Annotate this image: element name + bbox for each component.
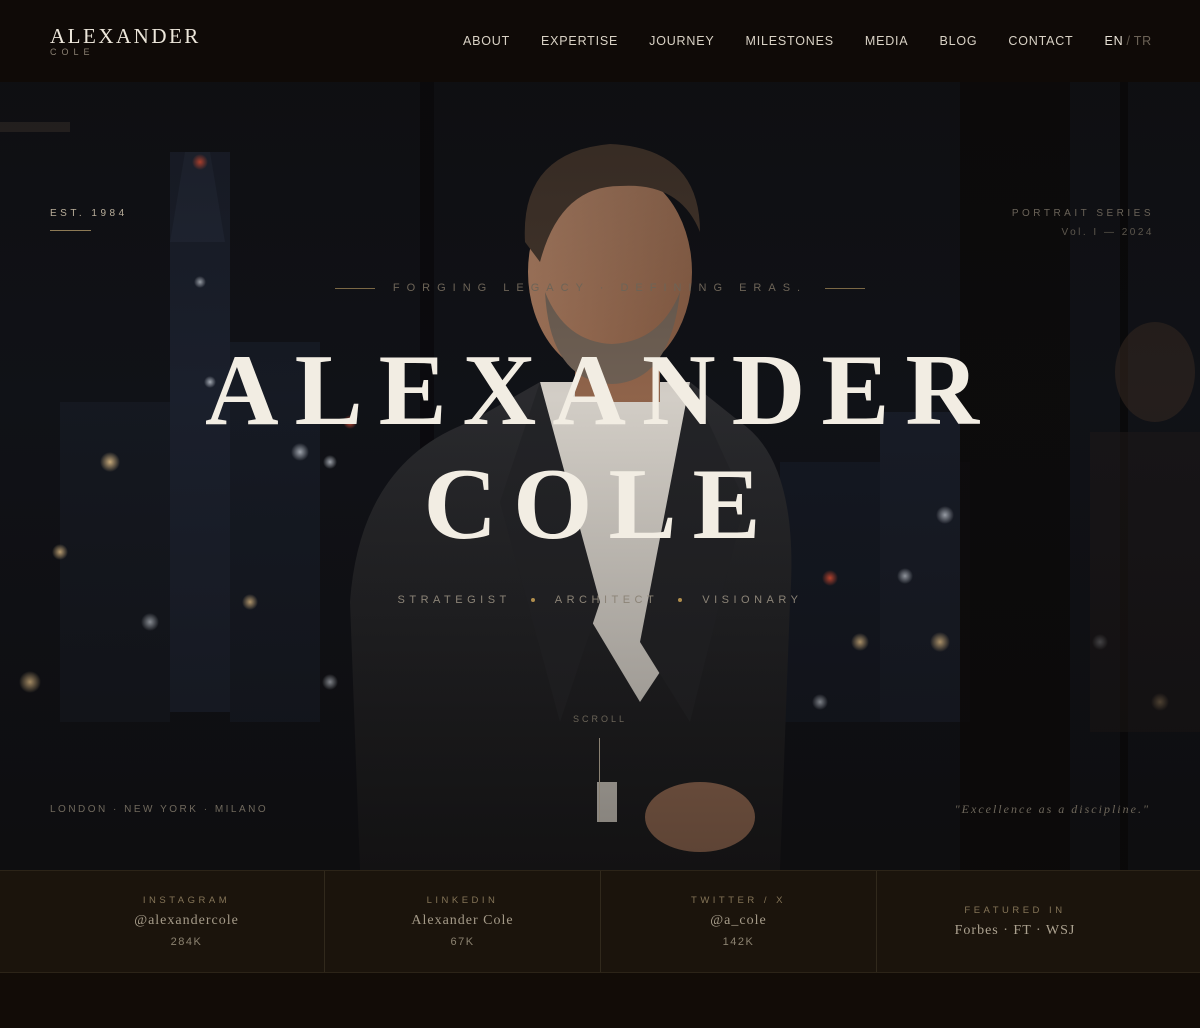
role-dot-icon [530,598,535,602]
role-dot-icon [678,598,683,602]
social-strip: INSTAGRAM @alexandercole 284K LINKEDIN A… [0,870,1200,973]
social-handle: @alexandercole [134,913,239,928]
footer-band [0,973,1200,1028]
social-count: 142K [722,936,755,948]
social-platform: LINKEDIN [426,895,499,906]
social-handle: Alexander Cole [411,913,514,928]
hero-section: EST. 1984 PORTRAIT SERIES Vol. I — 2024 … [0,82,1200,870]
featured-label: FEATURED IN [964,905,1066,916]
language-switcher: EN / TR [1104,34,1152,48]
series-volume: Vol. I — 2024 [1061,227,1154,238]
hero-last-name: COLE [423,448,777,561]
tagline-rule-left [334,287,375,289]
featured-outlets: Forbes · FT · WSJ [954,923,1076,938]
tagline-row: FORGING LEGACY · DEFINING ERAS. [0,282,1200,294]
established-rule [50,230,91,231]
nav-expertise[interactable]: EXPERTISE [541,34,618,48]
social-count: 284K [170,936,203,948]
role-architect: ARCHITECT [554,594,659,606]
series-title: PORTRAIT SERIES [1011,208,1154,219]
lang-separator: / [1126,34,1131,48]
nav-blog[interactable]: BLOG [939,34,977,48]
lang-en[interactable]: EN [1104,34,1123,48]
social-platform: TWITTER / X [691,895,786,906]
featured-in[interactable]: FEATURED IN Forbes · FT · WSJ [877,871,1153,972]
nav-contact[interactable]: CONTACT [1008,34,1073,48]
nav-about[interactable]: ABOUT [463,34,510,48]
social-linkedin[interactable]: LINKEDIN Alexander Cole 67K [325,871,601,972]
hero-first-name: ALEXANDER [204,334,996,447]
tagline: FORGING LEGACY · DEFINING ERAS. [392,282,808,294]
portrait-series: PORTRAIT SERIES Vol. I — 2024 [1012,208,1154,238]
social-handle: @a_cole [710,913,767,928]
role-strategist: STRATEGIST [397,594,511,606]
established-label: EST. 1984 [50,208,128,219]
social-platform: INSTAGRAM [142,895,231,906]
nav-media[interactable]: MEDIA [865,34,909,48]
brand-logo[interactable]: ALEXANDER COLE [50,24,201,57]
social-count: 67K [450,936,475,948]
roles-row: STRATEGIST ARCHITECT VISIONARY [0,594,1200,606]
cities-list: LONDON · NEW YORK · MILANO [50,804,269,815]
nav-journey[interactable]: JOURNEY [649,34,714,48]
hero-headline: ALEXANDER COLE [0,332,1200,560]
brand-subname: COLE [50,47,95,57]
hero-quote: "Excellence as a discipline." [954,802,1150,816]
nav-milestones[interactable]: MILESTONES [746,34,834,48]
main-menu: ABOUT EXPERTISE JOURNEY MILESTONES MEDIA… [432,34,1152,48]
tagline-rule-right [825,287,866,289]
scroll-line [599,738,600,822]
lang-tr[interactable]: TR [1134,34,1152,48]
brand-name: ALEXANDER [50,24,201,48]
role-visionary: VISIONARY [702,594,803,606]
social-twitter[interactable]: TWITTER / X @a_cole 142K [601,871,877,972]
top-nav: ALEXANDER COLE ABOUT EXPERTISE JOURNEY M… [0,0,1200,82]
social-instagram[interactable]: INSTAGRAM @alexandercole 284K [49,871,325,972]
scroll-indicator[interactable]: SCROLL [0,714,1200,724]
